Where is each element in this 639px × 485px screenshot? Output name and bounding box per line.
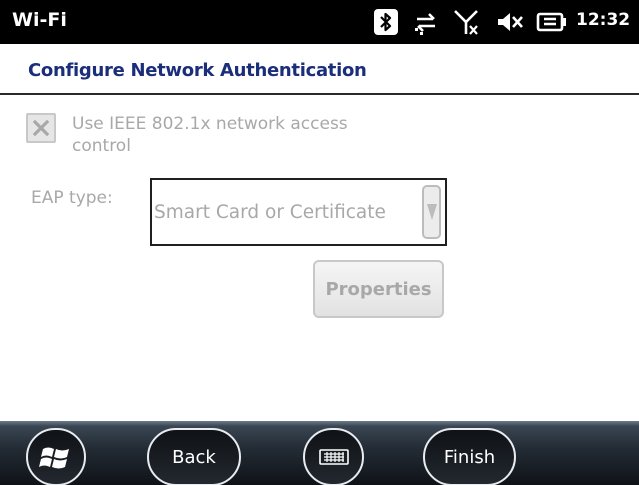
app-title: Wi-Fi — [12, 9, 67, 31]
battery-charging-icon[interactable] — [536, 8, 568, 40]
keyboard-icon — [318, 449, 349, 465]
back-button[interactable]: Back — [147, 428, 241, 485]
dropdown-arrow-button[interactable] — [422, 185, 441, 239]
data-sync-icon[interactable] — [413, 8, 439, 40]
volume-muted-icon[interactable] — [495, 8, 525, 40]
clock: 12:32 — [576, 10, 631, 30]
chevron-down-icon — [427, 204, 437, 220]
eap-type-dropdown[interactable]: Smart Card or Certificate — [150, 178, 447, 246]
no-signal-icon[interactable] — [453, 8, 481, 40]
start-button[interactable] — [26, 428, 86, 485]
windows-start-icon — [39, 447, 69, 469]
checkmark-x-icon — [33, 120, 49, 136]
finish-button[interactable]: Finish — [423, 428, 516, 485]
status-bar: Wi-Fi 12:32 — [0, 0, 639, 44]
ieee-8021x-checkbox[interactable] — [26, 113, 56, 143]
keyboard-button[interactable] — [303, 428, 364, 485]
page-title: Configure Network Authentication — [28, 60, 367, 81]
eap-type-value: Smart Card or Certificate — [154, 202, 386, 223]
bottom-command-bar: Back Finish — [0, 421, 639, 485]
eap-type-label: EAP type: — [31, 188, 113, 208]
ieee-8021x-label: Use IEEE 802.1x network access control — [72, 114, 348, 156]
bluetooth-icon[interactable] — [373, 8, 399, 40]
heading-divider — [0, 93, 639, 95]
properties-button[interactable]: Properties — [313, 260, 444, 318]
